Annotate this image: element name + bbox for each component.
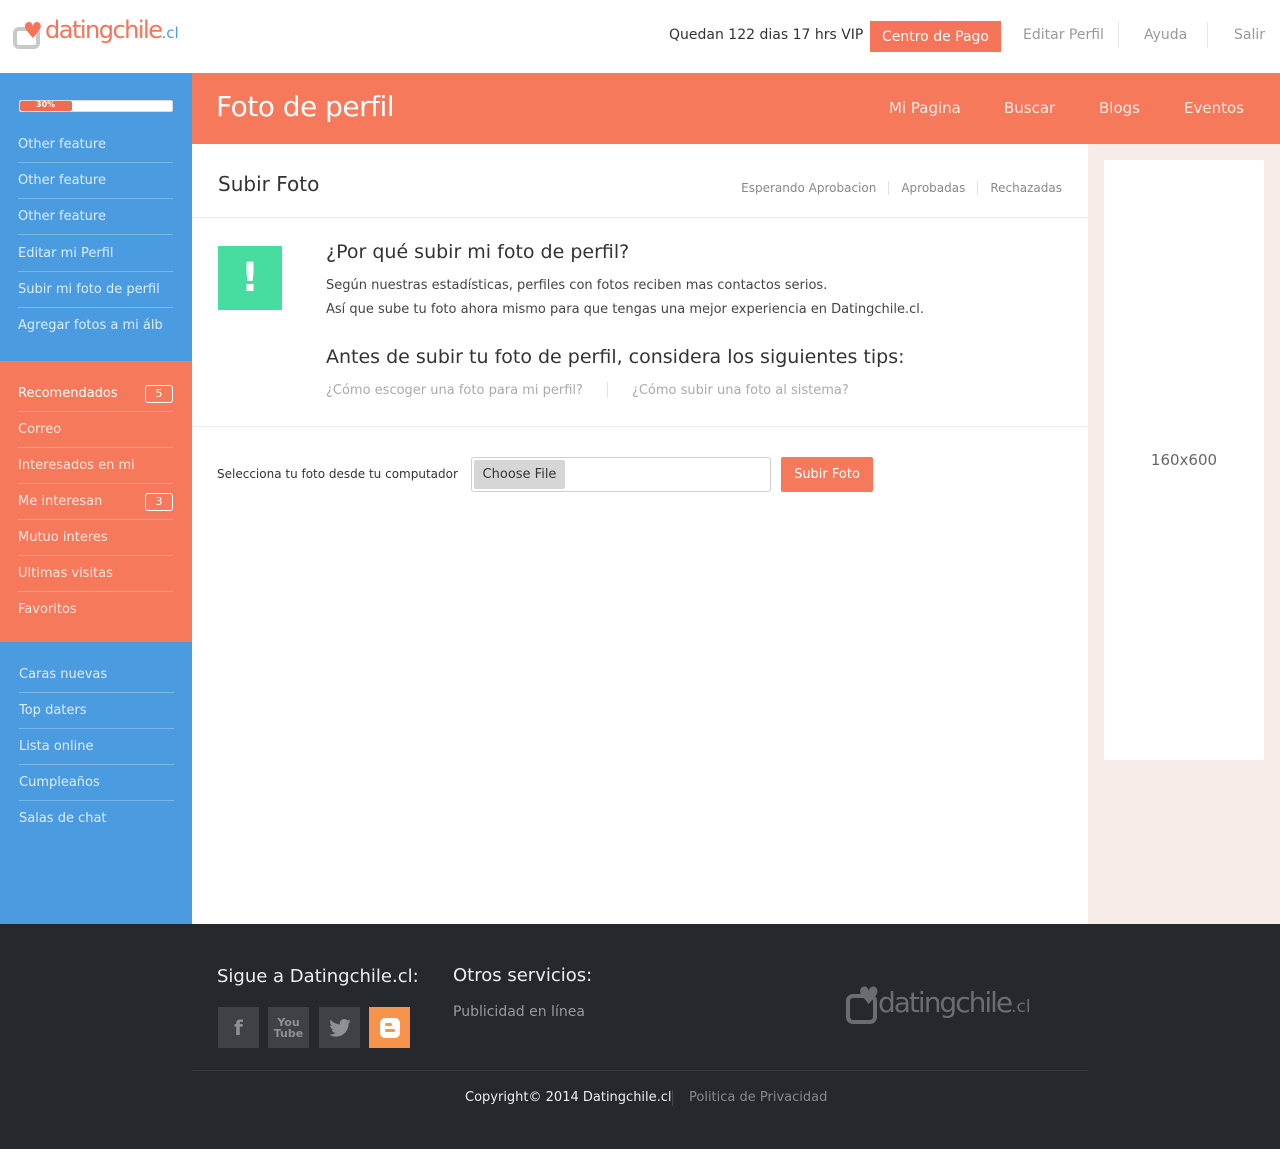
sidebar-browse-section: Caras nuevas Top daters Lista online Cum… (0, 642, 192, 924)
why-upload-text: Según nuestras estadísticas, perfiles co… (326, 278, 828, 293)
sidebar-item-label: Me interesan (18, 494, 103, 509)
sidebar-item-chat-rooms[interactable]: Salas de chat (19, 801, 174, 837)
divider (192, 217, 1088, 218)
vip-status: Quedan 122 dias 17 hrs VIP (669, 27, 864, 43)
upload-label: Selecciona tu foto desde tu computador (217, 467, 458, 481)
footer-logo-domain: .cl (1011, 997, 1031, 1017)
page-header-bar: Foto de perfil Mi Pagina Buscar Blogs Ev… (192, 73, 1280, 144)
tip-divider (606, 382, 608, 398)
ad-size-label: 160x600 (1150, 451, 1218, 469)
facebook-icon[interactable]: f (218, 1007, 259, 1048)
sidebar-activity-section: Recomendados 5 Correo Interesados en mi … (0, 361, 192, 642)
header-divider (1207, 22, 1208, 48)
choose-file-button[interactable]: Choose File (474, 460, 565, 489)
footer-link-divider (672, 1090, 673, 1106)
sidebar-item-label: Correo (18, 422, 62, 437)
nav-events[interactable]: Eventos (1184, 99, 1244, 117)
sidebar-item-label: Interesados en mi (18, 458, 135, 473)
sidebar-item-label: Ultimas visitas (18, 566, 113, 581)
nav-search[interactable]: Buscar (1004, 99, 1055, 117)
pay-center-button[interactable]: Centro de Pago (870, 21, 1001, 52)
section-title: Subir Foto (218, 172, 320, 196)
follow-heading: Sigue a Datingchile.cl: (217, 966, 419, 987)
nav-blogs[interactable]: Blogs (1099, 99, 1140, 117)
sidebar-item-label: Recomendados (18, 386, 118, 401)
sidebar-item-other-feature[interactable]: Other feature (18, 127, 173, 163)
logo-domain: .cl (161, 24, 179, 42)
tips-heading: Antes de subir tu foto de perfil, consid… (326, 346, 905, 368)
youtube-icon[interactable]: You Tube (268, 1007, 309, 1048)
exclamation-icon: ! (218, 246, 282, 310)
online-advertising-link[interactable]: Publicidad en línea (453, 1004, 585, 1020)
why-upload-heading: ¿Por qué subir mi foto de perfil? (326, 241, 630, 263)
heart-logo-icon: ♥ (846, 984, 880, 1024)
logout-link[interactable]: Salir (1234, 27, 1265, 43)
header-divider (1118, 22, 1119, 48)
tab-approved[interactable]: Aprobadas (901, 181, 965, 195)
twitter-icon[interactable] (319, 1007, 360, 1048)
sidebar-item-upload-profile-photo[interactable]: Subir mi foto de perfil (18, 272, 173, 308)
site-logo[interactable]: ♥ datingchile.cl (13, 16, 179, 49)
page-title: Foto de perfil (216, 90, 395, 123)
nav-my-page[interactable]: Mi Pagina (889, 99, 961, 117)
sidebar-item-other-feature[interactable]: Other feature (18, 199, 173, 235)
tab-pending-approval[interactable]: Esperando Aprobacion (741, 181, 876, 195)
sidebar: 30% Other feature Other feature Other fe… (0, 73, 192, 924)
footer-logo: ♥ datingchile.cl (846, 984, 1031, 1024)
file-input[interactable]: Choose File (471, 457, 771, 492)
ad-column: 160x600 (1088, 144, 1280, 924)
tip-links: ¿Cómo escoger una foto para mi perfil? ¿… (326, 382, 849, 398)
photo-status-tabs: Esperando Aprobacion Aprobadas Rechazada… (741, 181, 1062, 195)
sidebar-item-favorites[interactable]: Favoritos (18, 592, 173, 628)
sidebar-item-new-faces[interactable]: Caras nuevas (19, 657, 174, 693)
why-upload-text: Así que sube tu foto ahora mismo para qu… (326, 302, 924, 317)
logo-text: datingchile.cl (45, 16, 179, 44)
progress-label: 30% (36, 100, 56, 109)
heart-logo-icon: ♥ (13, 21, 43, 49)
sidebar-item-top-daters[interactable]: Top daters (19, 693, 174, 729)
sidebar-item-mail[interactable]: Correo (18, 412, 173, 448)
main-content: Subir Foto Esperando Aprobacion Aprobada… (192, 144, 1088, 924)
edit-profile-link[interactable]: Editar Perfil (1023, 27, 1104, 43)
sidebar-item-last-visits[interactable]: Ultimas visitas (18, 556, 173, 592)
copyright-text: Copyright© 2014 Datingchile.cl (465, 1090, 672, 1105)
top-header: ♥ datingchile.cl Quedan 122 dias 17 hrs … (0, 0, 1280, 73)
sidebar-item-interested-in-me[interactable]: Interesados en mi (18, 448, 173, 484)
sidebar-item-birthdays[interactable]: Cumpleaños (19, 765, 174, 801)
services-heading: Otros servicios: (453, 965, 593, 986)
sidebar-item-label: Favoritos (18, 602, 77, 617)
tab-divider (977, 181, 979, 195)
tab-divider (888, 181, 890, 195)
count-badge: 5 (145, 385, 173, 403)
sidebar-item-other-feature[interactable]: Other feature (18, 163, 173, 199)
tab-rejected[interactable]: Rechazadas (990, 181, 1062, 195)
blogger-icon[interactable] (369, 1007, 410, 1048)
sidebar-item-recommended[interactable]: Recomendados 5 (18, 376, 173, 412)
help-link[interactable]: Ayuda (1144, 27, 1187, 43)
tip-link-upload-photo[interactable]: ¿Cómo subir una foto al sistema? (632, 383, 849, 398)
profile-progress-bar: 30% (19, 100, 173, 112)
ad-banner[interactable]: 160x600 (1104, 160, 1264, 760)
sidebar-item-edit-profile[interactable]: Editar mi Perfil (18, 236, 173, 272)
sidebar-item-mutual-interest[interactable]: Mutuo interes (18, 520, 173, 556)
footer-divider (192, 1070, 1088, 1071)
sidebar-item-label: Mutuo interes (18, 530, 108, 545)
sidebar-profile-section: 30% Other feature Other feature Other fe… (0, 73, 192, 361)
sidebar-item-add-album-photos[interactable]: Agregar fotos a mi álb (18, 308, 173, 344)
footer: Sigue a Datingchile.cl: f You Tube Otros … (0, 924, 1280, 1149)
sidebar-item-online-list[interactable]: Lista online (19, 729, 174, 765)
privacy-policy-link[interactable]: Politica de Privacidad (689, 1090, 827, 1105)
count-badge: 3 (145, 493, 173, 511)
footer-logo-text: datingchile.cl (878, 986, 1031, 1019)
upload-photo-button[interactable]: Subir Foto (781, 457, 873, 492)
divider (192, 426, 1088, 427)
sidebar-item-i-am-interested[interactable]: Me interesan 3 (18, 484, 173, 520)
tip-link-choose-photo[interactable]: ¿Cómo escoger una foto para mi perfil? (326, 383, 583, 398)
